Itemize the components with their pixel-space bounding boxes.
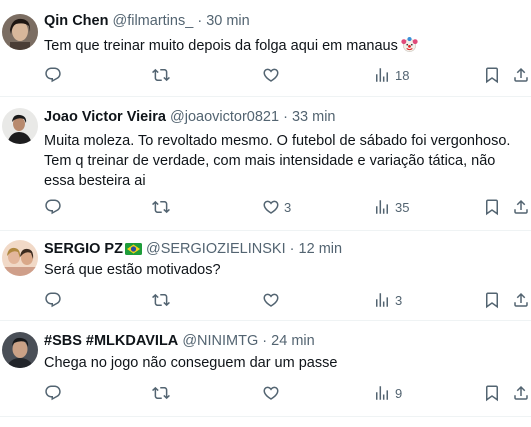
reply-icon xyxy=(44,384,62,402)
retweet-button[interactable] xyxy=(152,383,174,403)
share-icon xyxy=(512,66,530,84)
share-icon xyxy=(512,291,530,309)
views-chart-icon xyxy=(373,66,391,84)
views-button[interactable]: 35 xyxy=(373,197,409,217)
retweet-icon xyxy=(152,198,170,216)
share-icon xyxy=(512,384,530,402)
separator-dot: · xyxy=(289,241,295,257)
brazil-flag-icon xyxy=(124,243,142,259)
avatar[interactable] xyxy=(2,332,38,368)
retweet-icon xyxy=(152,384,170,402)
views-button[interactable]: 3 xyxy=(373,290,402,310)
share-button[interactable] xyxy=(512,383,530,403)
tweet[interactable]: #SBS #MLKDAVILA @NINIMTG · 24 min Chega … xyxy=(0,320,531,417)
display-name[interactable]: #SBS #MLKDAVILA xyxy=(44,333,178,349)
tweet-text: Muita moleza. To revoltado mesmo. O fute… xyxy=(44,133,511,189)
like-button[interactable] xyxy=(262,65,284,85)
bookmark-button[interactable] xyxy=(483,65,501,85)
bookmark-icon xyxy=(483,66,501,84)
user-handle[interactable]: @joaovictor0821 xyxy=(170,109,279,125)
share-button[interactable] xyxy=(512,290,530,310)
timestamp[interactable]: 30 min xyxy=(206,13,250,29)
user-handle[interactable]: @SERGIOZIELINSKI xyxy=(146,241,286,257)
views-chart-icon xyxy=(373,384,391,402)
like-count: 3 xyxy=(284,199,292,215)
retweet-button[interactable] xyxy=(152,290,174,310)
separator-dot: · xyxy=(262,333,268,349)
like-button[interactable] xyxy=(262,383,284,403)
share-icon xyxy=(512,198,530,216)
retweet-icon xyxy=(152,66,170,84)
reply-button[interactable] xyxy=(44,383,66,403)
views-chart-icon xyxy=(373,198,391,216)
views-chart-icon xyxy=(373,291,391,309)
bookmark-button[interactable] xyxy=(483,383,501,403)
tweet-text: Tem que treinar muito depois da folga aq… xyxy=(44,38,398,54)
heart-icon xyxy=(262,291,280,309)
avatar[interactable] xyxy=(2,14,38,50)
views-button[interactable]: 9 xyxy=(373,383,402,403)
separator-dot: · xyxy=(283,109,288,125)
bookmark-icon xyxy=(483,384,501,402)
reply-button[interactable] xyxy=(44,290,66,310)
tweet[interactable]: Joao Victor Vieira @joaovictor0821 · 33 … xyxy=(0,96,531,231)
reply-button[interactable] xyxy=(44,65,66,85)
views-count: 18 xyxy=(395,67,410,83)
heart-icon xyxy=(262,384,280,402)
heart-icon xyxy=(262,198,280,216)
avatar[interactable] xyxy=(2,240,38,276)
bookmark-button[interactable] xyxy=(483,197,501,217)
share-button[interactable] xyxy=(512,197,530,217)
separator-dot: · xyxy=(197,13,203,29)
display-name[interactable]: Joao Victor Vieira xyxy=(44,109,166,125)
share-button[interactable] xyxy=(512,65,530,85)
like-button[interactable]: 3 xyxy=(262,197,291,217)
retweet-icon xyxy=(152,291,170,309)
tweet[interactable]: SERGIO PZ @SERGIOZIELINSKI · 12 min Será… xyxy=(0,230,531,321)
avatar[interactable] xyxy=(2,108,38,144)
user-handle[interactable]: @NINIMTG xyxy=(182,333,258,349)
views-count: 3 xyxy=(395,292,403,308)
views-button[interactable]: 18 xyxy=(373,65,409,85)
like-button[interactable] xyxy=(262,290,284,310)
reply-button[interactable] xyxy=(44,197,66,217)
reply-icon xyxy=(44,66,62,84)
display-name[interactable]: SERGIO PZ xyxy=(44,241,123,257)
tweet-text: Será que estão motivados? xyxy=(44,262,221,278)
retweet-button[interactable] xyxy=(152,65,174,85)
clown-face-icon xyxy=(401,36,418,59)
views-count: 9 xyxy=(395,385,403,401)
timestamp[interactable]: 24 min xyxy=(271,333,315,349)
tweet-text: Chega no jogo não conseguem dar um passe xyxy=(44,355,338,371)
bookmark-icon xyxy=(483,291,501,309)
display-name[interactable]: Qin Chen xyxy=(44,13,108,29)
tweet[interactable]: Qin Chen @filmartins_ · 30 min Tem que t… xyxy=(0,0,531,97)
retweet-button[interactable] xyxy=(152,197,174,217)
views-count: 35 xyxy=(395,199,410,215)
reply-icon xyxy=(44,198,62,216)
timestamp[interactable]: 33 min xyxy=(292,109,336,125)
bookmark-icon xyxy=(483,198,501,216)
heart-icon xyxy=(262,66,280,84)
reply-icon xyxy=(44,291,62,309)
timestamp[interactable]: 12 min xyxy=(299,241,343,257)
bookmark-button[interactable] xyxy=(483,290,501,310)
user-handle[interactable]: @filmartins_ xyxy=(112,13,193,29)
